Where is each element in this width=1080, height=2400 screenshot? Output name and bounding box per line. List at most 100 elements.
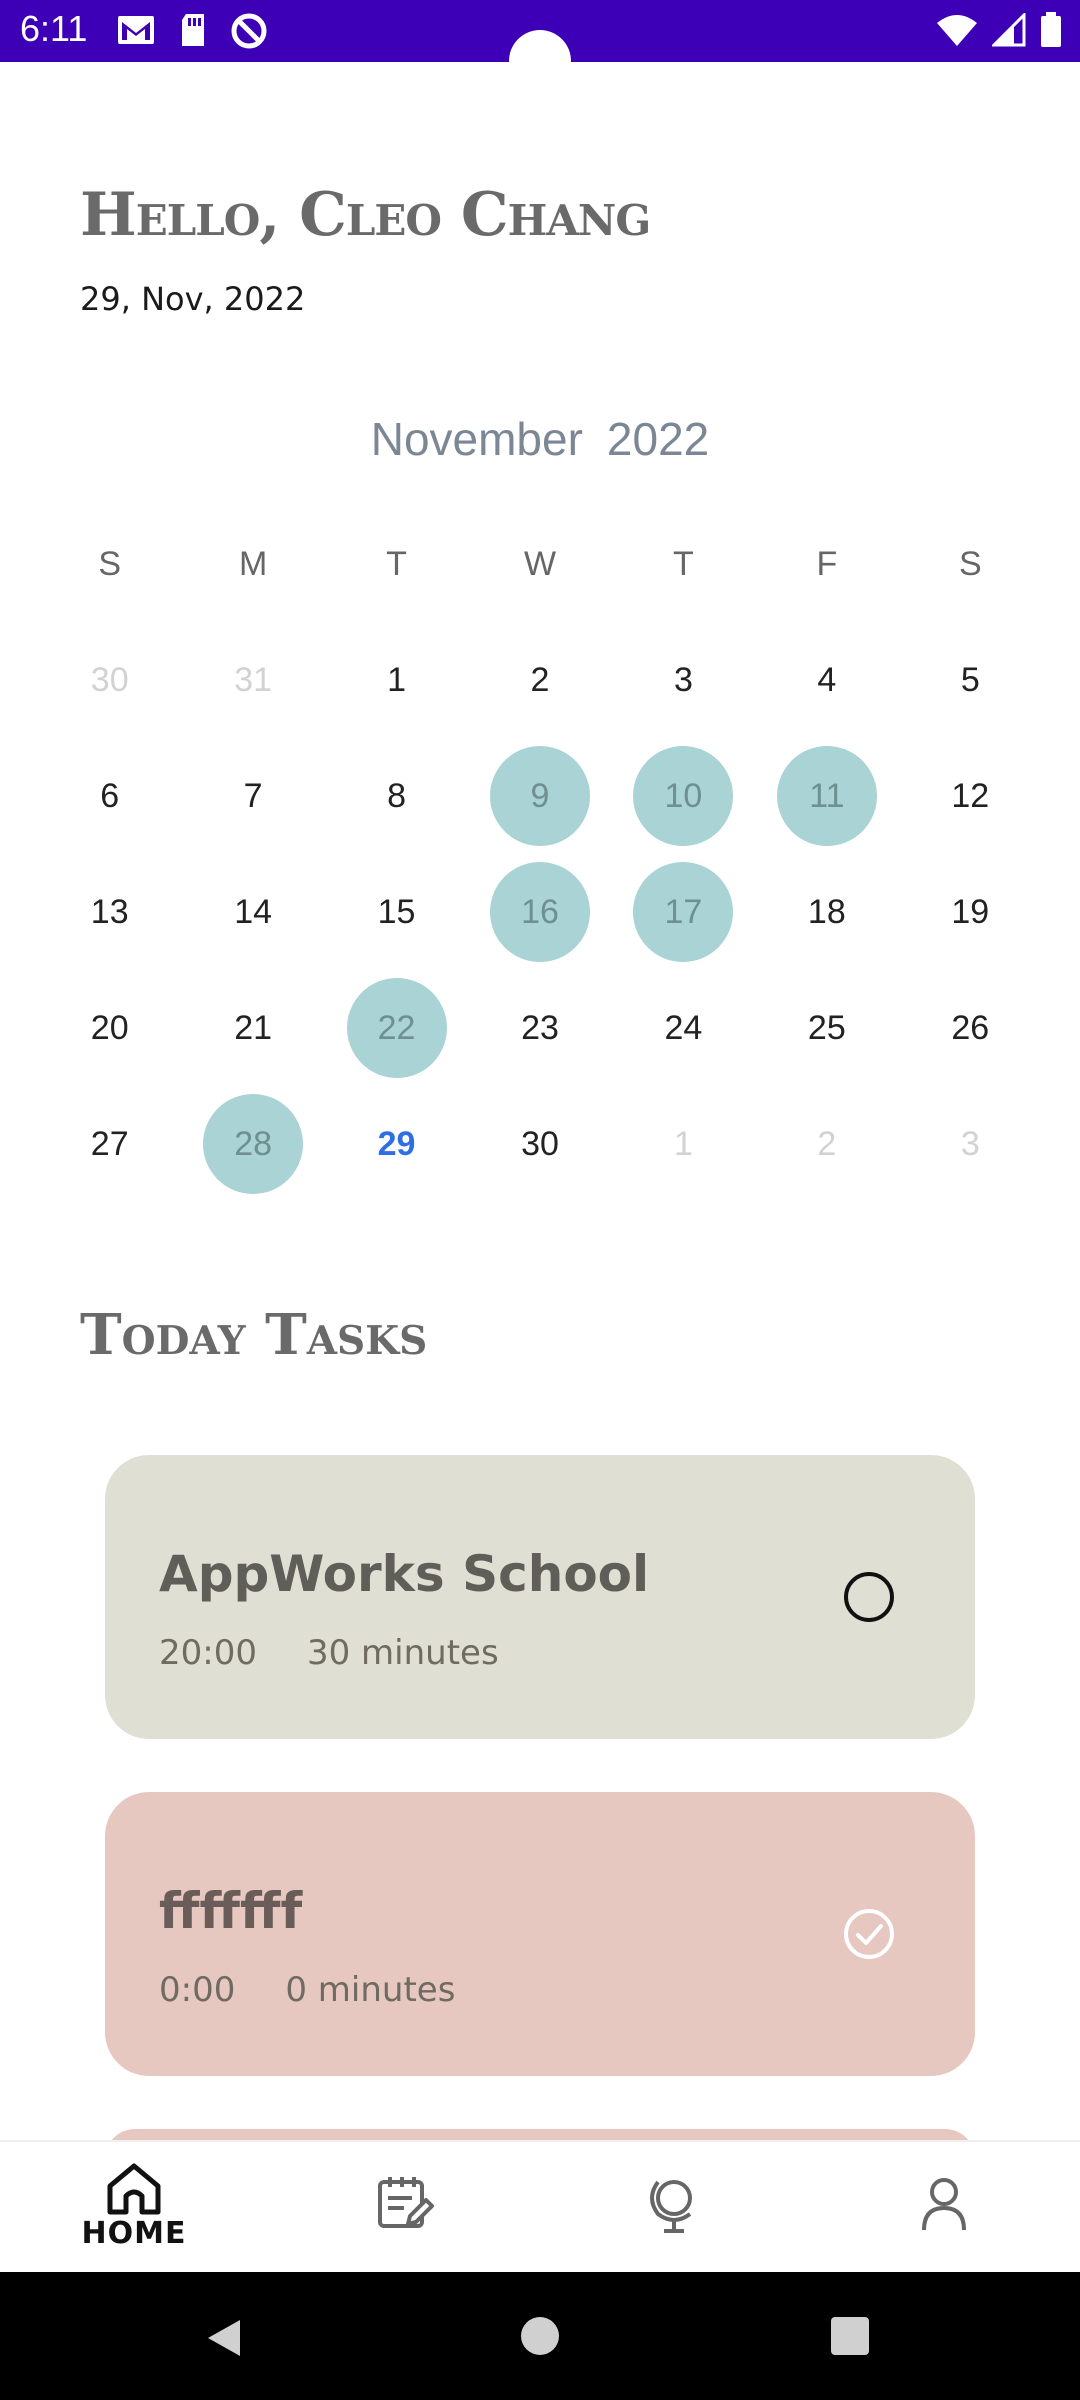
calendar-day-number: 18 <box>807 892 846 931</box>
recents-icon[interactable] <box>830 2316 870 2356</box>
calendar-day-number: 10 <box>633 746 734 846</box>
calendar-month: November <box>370 413 583 465</box>
weekday-label: M <box>238 545 268 583</box>
calendar-day-number: 7 <box>243 776 263 815</box>
status-icons-right <box>936 12 1062 48</box>
calendar-day-number: 8 <box>387 776 407 815</box>
nav-home[interactable]: HOME <box>64 2160 204 2270</box>
back-icon[interactable] <box>202 2316 246 2360</box>
weekday-label: T <box>673 545 694 583</box>
calendar-day[interactable]: 6 <box>38 738 181 854</box>
calendar-day-number: 13 <box>90 892 129 931</box>
calendar-day-number: 25 <box>807 1008 846 1047</box>
calendar-day-number: 19 <box>951 892 990 931</box>
calendar-day-number: 6 <box>100 776 120 815</box>
calendar-day[interactable]: 11 <box>755 738 898 854</box>
calendar-day[interactable]: 20 <box>38 970 181 1086</box>
calendar-day[interactable]: 22 <box>325 970 468 1086</box>
nav-calendar[interactable] <box>334 2160 474 2270</box>
calendar-day[interactable]: 2 <box>468 622 611 738</box>
calendar-day[interactable]: 2 <box>755 1086 898 1202</box>
weekday-label: F <box>816 545 838 583</box>
calendar-year: 2022 <box>606 413 710 465</box>
nav-explore[interactable] <box>604 2160 744 2270</box>
calendar-month-header: November 2022 <box>0 412 1080 466</box>
calendar-day-number: 3 <box>960 1124 980 1163</box>
camera-notch <box>509 30 571 92</box>
calendar-day-number: 30 <box>90 660 129 699</box>
calendar-day[interactable]: 30 <box>468 1086 611 1202</box>
calendar-day-number: 30 <box>521 1124 559 1163</box>
calendar-day[interactable]: 23 <box>468 970 611 1086</box>
circle-unchecked-icon[interactable] <box>839 1567 899 1627</box>
calendar-day-number: 22 <box>346 978 447 1078</box>
calendar-day[interactable]: 17 <box>612 854 755 970</box>
calendar-day[interactable]: 13 <box>38 854 181 970</box>
calendar-day-number: 12 <box>951 776 990 815</box>
calendar-day[interactable]: 12 <box>899 738 1042 854</box>
calendar-day[interactable]: 4 <box>755 622 898 738</box>
globe-icon <box>650 2180 692 2233</box>
calendar-day[interactable]: 31 <box>181 622 324 738</box>
calendar-day[interactable]: 5 <box>899 622 1042 738</box>
weekday-label: T <box>386 545 407 583</box>
weekday-label: S <box>98 545 122 583</box>
calendar-day[interactable]: 3 <box>899 1086 1042 1202</box>
calendar-day-number: 26 <box>951 1008 990 1047</box>
task-card[interactable]: fffffff 0:00 0 minutes <box>105 1792 975 2076</box>
status-time: 6:11 <box>20 8 88 49</box>
calendar-day[interactable]: 3 <box>612 622 755 738</box>
calendar-day-number: 29 <box>377 1124 416 1163</box>
calendar-day[interactable]: 1 <box>612 1086 755 1202</box>
calendar-day[interactable]: 9 <box>468 738 611 854</box>
nav-profile[interactable] <box>874 2160 1014 2270</box>
calendar-day[interactable]: 15 <box>325 854 468 970</box>
wifi-icon <box>937 15 977 46</box>
calendar-day-number: 14 <box>234 892 273 931</box>
calendar-day-number: 3 <box>673 660 693 699</box>
task-card[interactable]: AppWorks School 20:00 30 minutes <box>105 1455 975 1739</box>
dnd-icon <box>231 13 267 49</box>
calendar-day[interactable]: 24 <box>612 970 755 1086</box>
signal-icon <box>992 13 1026 47</box>
calendar-day-today[interactable]: 29 <box>325 1086 468 1202</box>
calendar-day-number: 15 <box>377 892 416 931</box>
calendar-day-number: 11 <box>776 746 877 846</box>
calendar-day[interactable]: 26 <box>899 970 1042 1086</box>
calendar-day[interactable]: 30 <box>38 622 181 738</box>
calendar-day[interactable]: 14 <box>181 854 324 970</box>
home-icon <box>107 2163 161 2215</box>
calendar-day[interactable]: 18 <box>755 854 898 970</box>
calendar-day-number: 9 <box>489 746 590 846</box>
calendar-day-number: 2 <box>817 1124 837 1163</box>
calendar-day[interactable]: 27 <box>38 1086 181 1202</box>
calendar-day[interactable]: 7 <box>181 738 324 854</box>
battery-icon <box>1041 12 1061 47</box>
calendar-weekdays: S M T W T F S <box>38 545 1042 595</box>
calendar-day-number: 1 <box>387 660 407 699</box>
calendar-edit-icon <box>378 2177 434 2228</box>
home-circle-icon[interactable] <box>520 2316 560 2356</box>
task-meta: 0:00 0 minutes <box>159 1970 455 2010</box>
calendar-day[interactable]: 8 <box>325 738 468 854</box>
weekday-label: W <box>523 545 557 583</box>
current-date: 29, Nov, 2022 <box>80 280 306 318</box>
task-duration: 0 minutes <box>285 1970 456 2010</box>
check-circle-icon[interactable] <box>839 1904 899 1964</box>
calendar-day[interactable]: 19 <box>899 854 1042 970</box>
calendar-day[interactable]: 16 <box>468 854 611 970</box>
calendar-day-number: 4 <box>817 660 837 699</box>
system-navigation-bar <box>0 2272 1080 2400</box>
calendar-day[interactable]: 25 <box>755 970 898 1086</box>
calendar-day[interactable]: 1 <box>325 622 468 738</box>
calendar-day-number: 20 <box>90 1008 129 1047</box>
calendar-day[interactable]: 21 <box>181 970 324 1086</box>
task-time: 20:00 <box>159 1633 257 1673</box>
calendar-day[interactable]: 28 <box>181 1086 324 1202</box>
calendar-day-number: 16 <box>489 862 590 962</box>
calendar-day-number: 1 <box>673 1124 693 1163</box>
calendar-day-number: 2 <box>530 660 550 699</box>
calendar-day-number: 24 <box>664 1008 703 1047</box>
task-name: AppWorks School <box>159 1545 650 1603</box>
calendar-day[interactable]: 10 <box>612 738 755 854</box>
